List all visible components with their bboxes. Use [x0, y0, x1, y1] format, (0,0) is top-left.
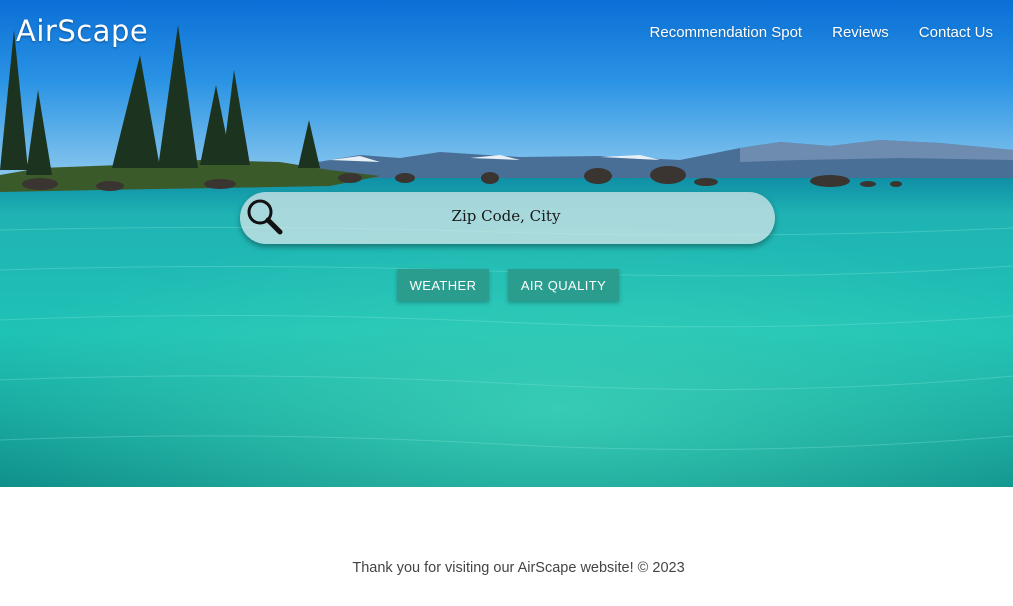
- nav-link-contact-us[interactable]: Contact Us: [919, 24, 993, 41]
- search-input[interactable]: [286, 192, 726, 240]
- top-nav: Recommendation Spot Reviews Contact Us: [650, 24, 993, 41]
- hero-section: AirScape Recommendation Spot Reviews Con…: [0, 0, 1013, 487]
- weather-button[interactable]: WEATHER: [397, 269, 489, 301]
- magnifier-icon[interactable]: [244, 196, 284, 236]
- brand-logo[interactable]: AirScape: [16, 14, 148, 48]
- search-bar: [240, 192, 775, 244]
- footer-text: Thank you for visiting our AirScape webs…: [352, 560, 685, 576]
- footer: Thank you for visiting our AirScape webs…: [0, 560, 1013, 576]
- nav-link-recommendation-spot[interactable]: Recommendation Spot: [650, 24, 803, 41]
- nav-link-reviews[interactable]: Reviews: [832, 24, 889, 41]
- air-quality-button[interactable]: AIR QUALITY: [508, 269, 619, 301]
